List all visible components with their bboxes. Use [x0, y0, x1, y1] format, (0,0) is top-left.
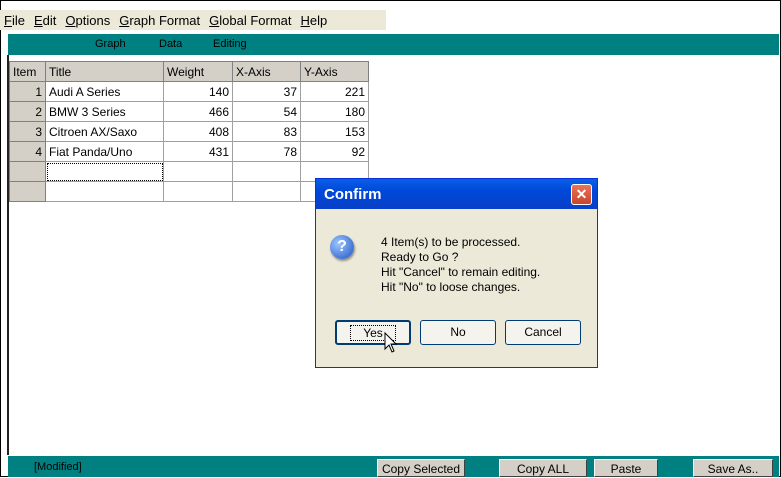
header-weight[interactable]: Weight [163, 61, 233, 82]
save-as-button[interactable]: Save As.. [693, 459, 773, 477]
row-number[interactable] [9, 161, 46, 182]
mode-tab-bar: Graph Data Editing [8, 34, 779, 55]
cell-x-axis[interactable]: 54 [232, 101, 301, 122]
message-line: Hit "No" to loose changes. [381, 280, 521, 294]
cell-weight[interactable]: 466 [163, 101, 233, 122]
header-item[interactable]: Item [9, 61, 46, 82]
menu-global-format[interactable]: Global Format [209, 13, 291, 28]
cell-weight[interactable]: 140 [163, 81, 233, 102]
cell-weight[interactable] [163, 181, 233, 202]
cell-x-axis[interactable] [232, 161, 301, 182]
cell-title[interactable]: Audi A Series [45, 81, 164, 102]
cell-weight[interactable]: 408 [163, 121, 233, 142]
confirm-dialog: Confirm ✕ ? 4 Item(s) to be processed. R… [315, 178, 598, 368]
dialog-title: Confirm [324, 185, 382, 203]
table-row[interactable]: 1 Audi A Series 140 37 221 [9, 81, 369, 102]
message-line: 4 Item(s) to be processed. [381, 235, 521, 249]
header-x-axis[interactable]: X-Axis [232, 61, 301, 82]
row-number[interactable] [9, 181, 46, 202]
question-icon: ? [330, 235, 354, 259]
cell-x-axis[interactable]: 78 [232, 141, 301, 162]
cell-title[interactable]: Citroen AX/Saxo [45, 121, 164, 142]
menu-edit[interactable]: Edit [34, 13, 56, 28]
dialog-message: 4 Item(s) to be processed. Ready to Go ?… [381, 235, 540, 295]
yes-button[interactable]: Yes [335, 320, 411, 345]
message-line: Hit "Cancel" to remain editing. [381, 265, 541, 279]
row-number[interactable]: 3 [9, 121, 46, 142]
paste-button[interactable]: Paste [594, 459, 658, 477]
message-line: Ready to Go ? [381, 250, 459, 264]
cell-y-axis[interactable]: 180 [300, 101, 369, 122]
tab-editing[interactable]: Editing [213, 38, 247, 50]
table-row[interactable]: 3 Citroen AX/Saxo 408 83 153 [9, 121, 369, 142]
menu-options[interactable]: Options [65, 13, 110, 28]
cell-title[interactable]: Fiat Panda/Uno [45, 141, 164, 162]
cancel-button[interactable]: Cancel [505, 320, 581, 345]
close-icon[interactable]: ✕ [571, 184, 592, 205]
modified-status: [Modified] [34, 461, 82, 473]
menu-file[interactable]: File [4, 13, 25, 28]
table-row[interactable]: 4 Fiat Panda/Uno 431 78 92 [9, 141, 369, 162]
cell-title[interactable] [45, 161, 164, 182]
cell-y-axis[interactable]: 92 [300, 141, 369, 162]
tab-graph[interactable]: Graph [95, 38, 126, 50]
cell-title[interactable]: BMW 3 Series [45, 101, 164, 122]
dialog-title-bar[interactable]: Confirm [316, 179, 597, 209]
cell-weight[interactable]: 431 [163, 141, 233, 162]
cell-x-axis[interactable]: 37 [232, 81, 301, 102]
menu-help[interactable]: Help [301, 13, 328, 28]
menu-bar: File Edit Options Graph Format Global Fo… [0, 10, 386, 30]
table-row[interactable]: 2 BMW 3 Series 466 54 180 [9, 101, 369, 122]
cell-y-axis[interactable]: 221 [300, 81, 369, 102]
header-title[interactable]: Title [45, 61, 164, 82]
cell-x-axis[interactable]: 83 [232, 121, 301, 142]
row-number[interactable]: 2 [9, 101, 46, 122]
grid-header-row: Item Title Weight X-Axis Y-Axis [9, 61, 369, 82]
cell-weight[interactable] [163, 161, 233, 182]
menu-graph-format[interactable]: Graph Format [119, 13, 200, 28]
cell-x-axis[interactable] [232, 181, 301, 202]
copy-all-button[interactable]: Copy ALL [499, 459, 587, 477]
row-number[interactable]: 1 [9, 81, 46, 102]
mouse-cursor-icon [384, 332, 398, 353]
row-number[interactable]: 4 [9, 141, 46, 162]
header-y-axis[interactable]: Y-Axis [300, 61, 369, 82]
cell-y-axis[interactable]: 153 [300, 121, 369, 142]
cell-title[interactable] [45, 181, 164, 202]
no-button[interactable]: No [420, 320, 496, 345]
copy-selected-button[interactable]: Copy Selected [377, 459, 465, 477]
tab-data[interactable]: Data [159, 38, 182, 50]
